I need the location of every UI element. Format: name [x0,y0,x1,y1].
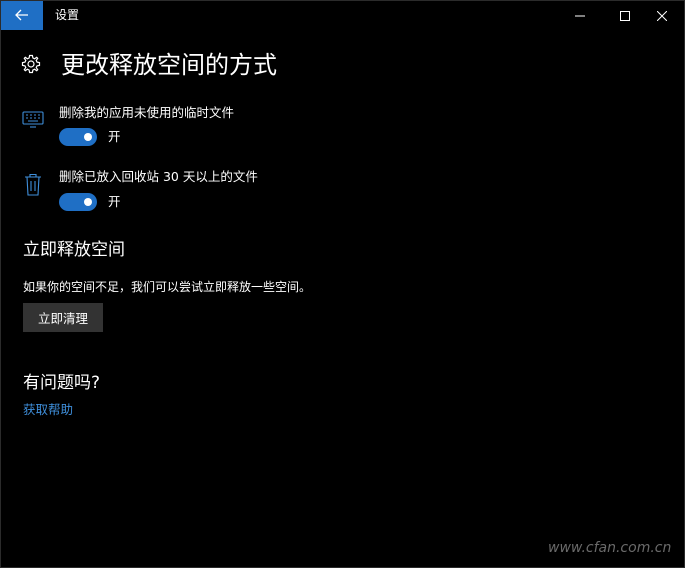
arrow-left-icon [15,6,29,25]
back-button[interactable] [1,1,43,30]
watermark: www.cfan.com.cn [548,540,672,556]
minimize-button[interactable] [557,1,603,30]
toggle-knob [84,198,92,206]
trash-icon [22,173,44,201]
window-title: 设置 [55,8,80,22]
close-icon [656,6,668,25]
recycle-bin-toggle-state: 开 [108,194,121,209]
recycle-bin-toggle[interactable] [59,193,97,211]
minimize-icon [575,6,585,25]
clean-now-button[interactable]: 立即清理 [23,303,103,332]
page-title: 更改释放空间的方式 [61,51,277,79]
help-heading: 有问题吗? [23,373,101,393]
maximize-icon [620,6,630,25]
keyboard-icon [22,111,44,133]
free-now-description: 如果你的空间不足，我们可以尝试立即释放一些空间。 [23,280,312,294]
gear-icon [21,54,41,78]
toggle-knob [84,133,92,141]
free-now-heading: 立即释放空间 [23,240,125,260]
close-button[interactable] [639,1,685,30]
page-header [21,50,41,82]
temp-files-label: 删除我的应用未使用的临时文件 [59,105,235,120]
get-help-link[interactable]: 获取帮助 [23,402,73,418]
temp-files-toggle-state: 开 [108,129,121,144]
title-bar: 设置 [1,1,684,30]
recycle-bin-label: 删除已放入回收站 30 天以上的文件 [59,169,258,184]
temp-files-toggle[interactable] [59,128,97,146]
settings-window: 设置 更改释放空间的方式 删除我的应用未使用的临时文件 开 删除已放入回收站 3… [0,0,685,568]
